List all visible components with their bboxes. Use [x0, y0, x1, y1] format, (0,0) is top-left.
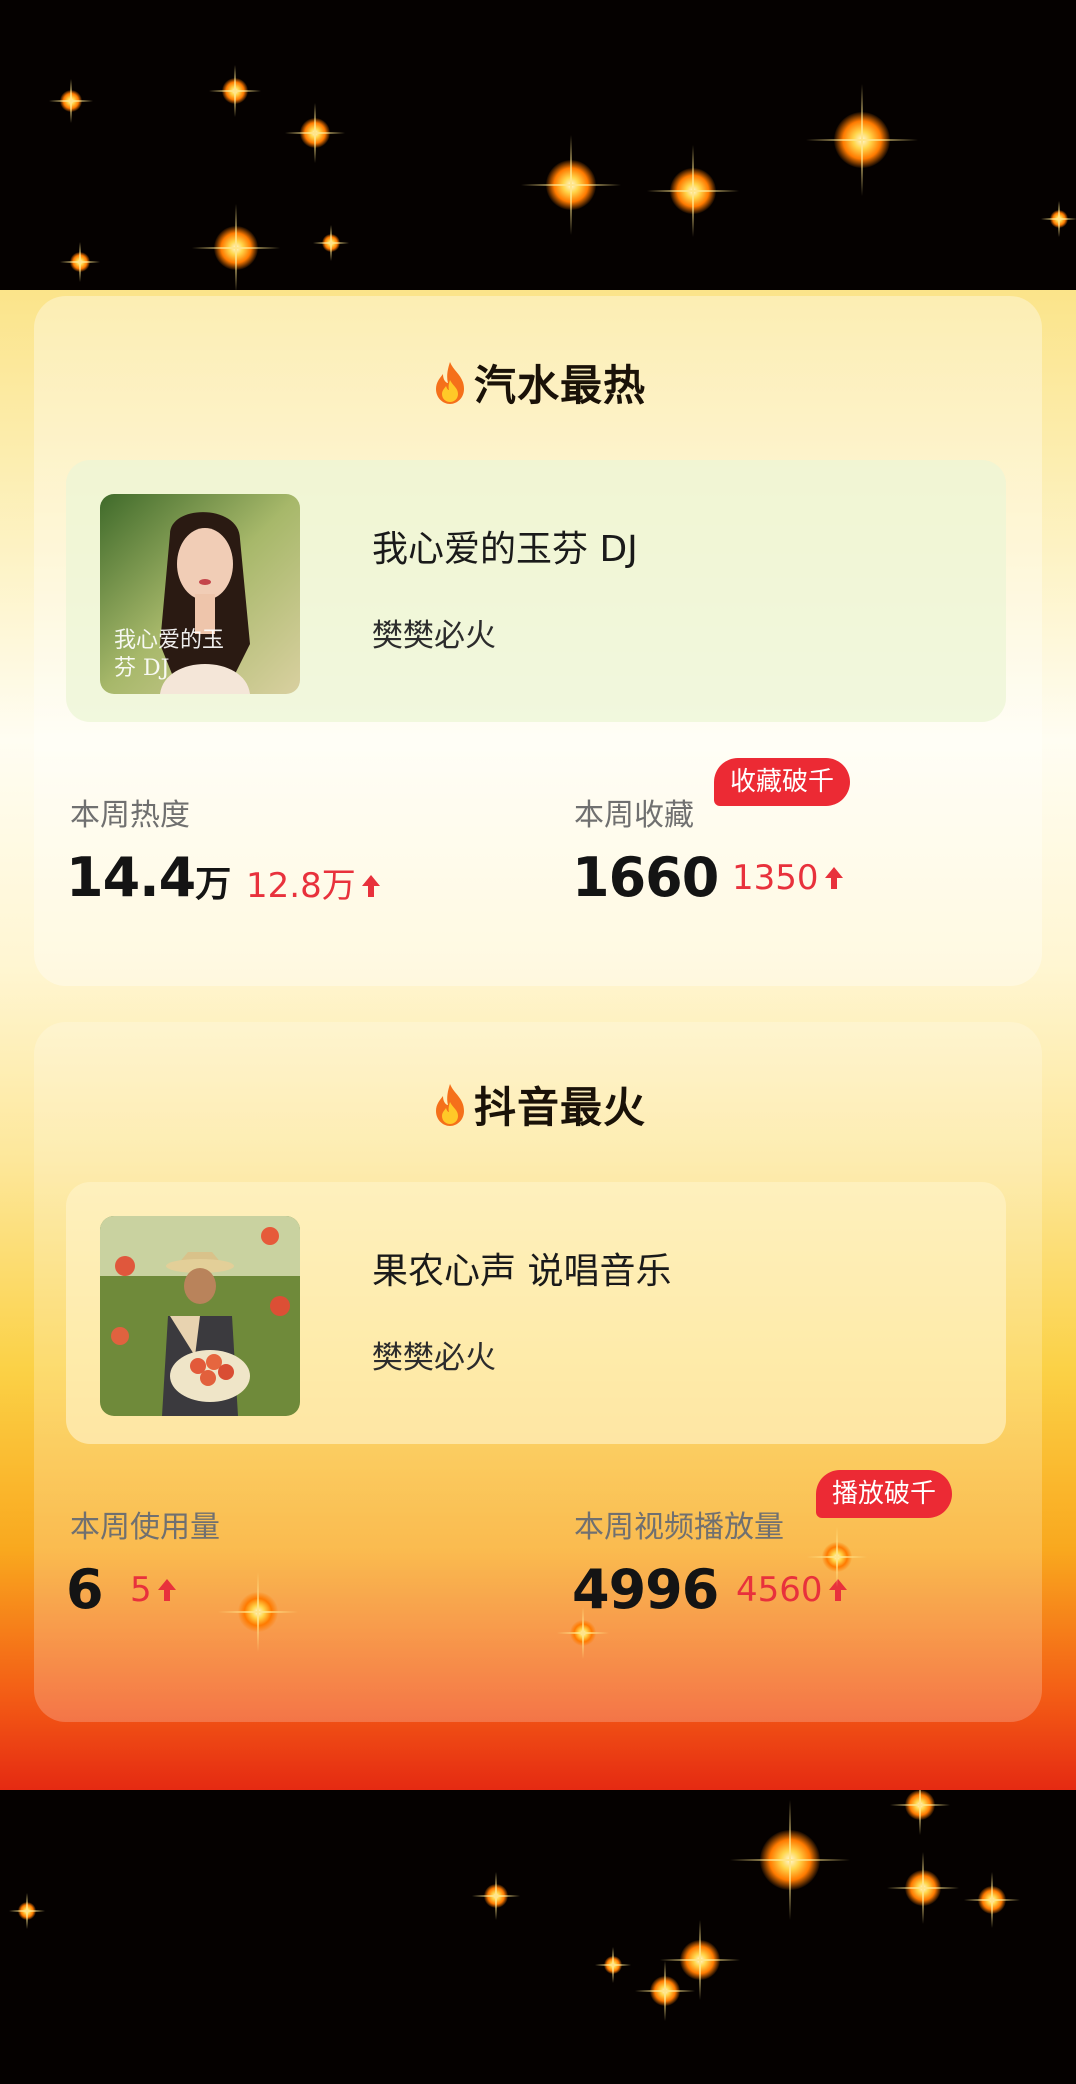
sparkle-icon — [1050, 210, 1068, 228]
sparkle-icon — [650, 1976, 680, 2006]
sparkle-icon — [834, 112, 890, 168]
sparkle-icon — [978, 1886, 1006, 1914]
song-cover-image[interactable]: 我心爱的玉 芬 DJ — [100, 494, 300, 694]
section-title: 抖音最火 — [34, 1074, 1042, 1135]
sparkle-icon — [905, 1870, 941, 1906]
song-title[interactable]: 果农心声 说唱音乐 — [372, 1242, 671, 1294]
sparkle-icon — [905, 1790, 935, 1820]
stat-label-weekly-usage: 本周使用量 — [70, 1510, 220, 1545]
sparkle-icon — [300, 118, 330, 148]
stat-label-weekly-heat: 本周热度 — [70, 798, 190, 833]
song-card[interactable]: 果农心声 说唱音乐 樊樊必火 — [66, 1182, 1006, 1444]
fire-icon — [435, 1084, 464, 1126]
arrow-up-icon — [824, 867, 843, 889]
stat-delta-weekly-video-plays: 4560 — [736, 1570, 849, 1610]
fire-icon — [435, 362, 464, 404]
section-title: 汽水最热 — [34, 352, 1042, 413]
sparkle-icon — [670, 168, 716, 214]
sparkle-icon — [222, 78, 248, 104]
section-title-text: 抖音最火 — [473, 1083, 646, 1132]
stat-delta-weekly-heat: 12.8万 — [246, 858, 382, 907]
song-cover-image[interactable] — [100, 1216, 300, 1416]
sparkle-icon — [214, 226, 258, 270]
sparkle-icon — [604, 1956, 622, 1974]
top-sparkle-band — [0, 0, 1076, 290]
stat-value-weekly-video-plays: 4996 — [572, 1558, 719, 1621]
stat-value-weekly-heat: 14.4万 — [66, 846, 231, 909]
sparkle-icon — [238, 1592, 278, 1632]
stat-delta-weekly-usage: 5 — [130, 1570, 178, 1610]
badge-favorites-milestone: 收藏破千 — [714, 758, 851, 806]
bottom-sparkle-band — [0, 1790, 1076, 2084]
main-panel: 汽水最热 我心爱的玉 芬 DJ 我心爱的玉芬 DJ 樊樊必火 本周热度 14.4… — [0, 290, 1076, 1790]
sparkle-icon — [822, 1542, 852, 1572]
stat-value-weekly-favorites: 1660 — [572, 846, 719, 909]
stat-label-weekly-favorites: 本周收藏 — [574, 798, 694, 833]
sparkle-icon — [546, 160, 596, 210]
arrow-up-icon — [361, 875, 380, 897]
stat-label-weekly-video-plays: 本周视频播放量 — [574, 1510, 784, 1545]
song-title[interactable]: 我心爱的玉芬 DJ — [372, 520, 638, 572]
sparkle-icon — [680, 1940, 720, 1980]
arrow-up-icon — [157, 1579, 176, 1601]
song-artist[interactable]: 樊樊必火 — [372, 610, 496, 655]
song-artist[interactable]: 樊樊必火 — [372, 1332, 496, 1377]
sparkle-icon — [322, 234, 340, 252]
stat-delta-weekly-favorites: 1350 — [732, 858, 845, 898]
stat-value-weekly-usage: 6 — [66, 1558, 104, 1621]
section-qishui-hottest: 汽水最热 我心爱的玉 芬 DJ 我心爱的玉芬 DJ 樊樊必火 本周热度 14.4… — [34, 296, 1042, 986]
cover-caption-line2: 芬 DJ — [114, 656, 170, 681]
sparkle-icon — [60, 90, 82, 112]
sparkle-icon — [484, 1884, 508, 1908]
sparkle-icon — [570, 1620, 596, 1646]
sparkle-icon — [18, 1902, 36, 1920]
badge-plays-milestone: 播放破千 — [816, 1470, 953, 1518]
sparkle-icon — [70, 252, 90, 272]
section-douyin-hottest: 抖音最火 果农心声 说唱音乐 樊樊必火 本周使用量 6 5 播放破千 本周视频播… — [34, 1022, 1042, 1722]
section-title-text: 汽水最热 — [473, 361, 646, 410]
sparkle-icon — [760, 1830, 820, 1890]
song-card[interactable]: 我心爱的玉 芬 DJ 我心爱的玉芬 DJ 樊樊必火 — [66, 460, 1006, 722]
